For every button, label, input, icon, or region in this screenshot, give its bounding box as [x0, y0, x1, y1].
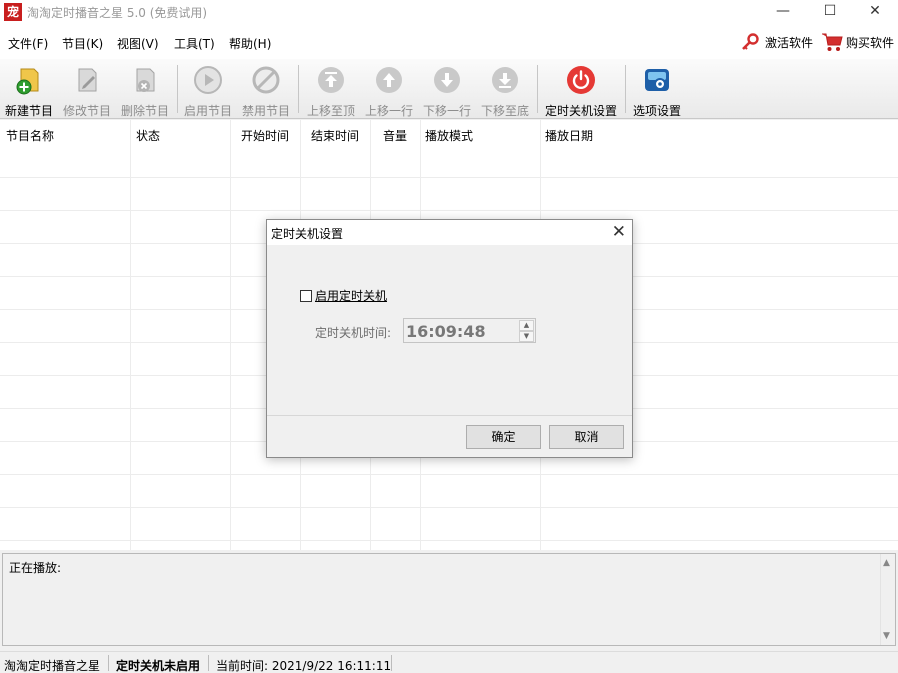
dialog-footer: 确定 取消 — [267, 417, 632, 457]
menu-program[interactable]: 节目(K) — [62, 35, 103, 52]
grid-line — [0, 507, 898, 508]
scroll-down-icon[interactable]: ▼ — [883, 631, 890, 641]
maximize-button[interactable]: ☐ — [807, 0, 853, 25]
shutdown-settings-label: 定时关机设置 — [544, 104, 617, 118]
toolbar-separator — [298, 65, 299, 113]
toolbar: 新建节目 修改节目 删除节目 启用节目 禁用节目 上移至顶 上移一行 下移一行 … — [0, 59, 898, 119]
enable-shutdown-checkbox-row[interactable]: 启用定时关机 — [300, 287, 387, 304]
move-up-button[interactable]: 上移一行 — [363, 65, 415, 118]
play-icon — [194, 66, 222, 94]
delete-program-button[interactable]: 删除节目 — [119, 65, 171, 118]
column-header-play-mode[interactable]: 播放模式 — [425, 127, 473, 144]
new-program-button[interactable]: 新建节目 — [3, 65, 55, 118]
app-icon: 宠 — [4, 3, 22, 21]
status-current-time: 当前时间: 2021/9/22 16:11:11 — [216, 659, 392, 673]
menu-help[interactable]: 帮助(H) — [229, 35, 271, 52]
menu-bar: 文件(F) 节目(K) 视图(V) 工具(T) 帮助(H) 激活软件 购买软件 — [0, 25, 898, 59]
buy-label: 购买软件 — [846, 35, 895, 50]
disable-program-button[interactable]: 禁用节目 — [240, 65, 292, 118]
activate-button[interactable]: 激活软件 — [741, 31, 813, 53]
move-up-label: 上移一行 — [364, 104, 413, 118]
shutdown-time-input[interactable]: 16:09:48 ▲ ▼ — [403, 318, 536, 343]
shutdown-settings-button[interactable]: 定时关机设置 — [542, 65, 620, 118]
spin-up-icon[interactable]: ▲ — [519, 320, 534, 331]
scroll-up-icon[interactable]: ▲ — [883, 558, 890, 568]
status-app-name: 淘淘定时播音之星 — [4, 659, 101, 673]
move-top-button[interactable]: 上移至顶 — [304, 65, 358, 118]
settings-icon — [645, 69, 669, 91]
toolbar-separator — [537, 65, 538, 113]
column-header-play-date[interactable]: 播放日期 — [545, 127, 593, 144]
move-down-label: 下移一行 — [422, 104, 471, 118]
dialog-title: 定时关机设置 — [271, 227, 344, 241]
enable-shutdown-label[interactable]: 启用定时关机 — [315, 287, 387, 304]
grid-line — [0, 540, 898, 541]
new-program-icon — [16, 68, 39, 95]
grid-line — [0, 177, 898, 178]
close-button[interactable]: ✕ — [852, 0, 898, 25]
column-header-name[interactable]: 节目名称 — [6, 127, 54, 144]
move-bottom-button[interactable]: 下移至底 — [479, 65, 531, 118]
shutdown-time-label: 定时关机时间: — [315, 326, 392, 340]
status-bar: 淘淘定时播音之星 定时关机未启用 当前时间: 2021/9/22 16:11:1… — [0, 651, 898, 673]
delete-program-icon — [136, 68, 155, 92]
menu-view[interactable]: 视图(V) — [117, 35, 159, 52]
move-up-icon — [376, 67, 402, 93]
toolbar-separator — [177, 65, 178, 113]
cart-icon — [822, 33, 843, 51]
edit-program-label: 修改节目 — [62, 104, 111, 118]
status-shutdown-state: 定时关机未启用 — [116, 659, 201, 673]
key-icon — [742, 33, 759, 50]
status-separator — [108, 655, 109, 671]
title-bar: 宠 淘淘定时播音之星 5.0 (免费试用) — ☐ ✕ — [0, 0, 898, 25]
ban-icon — [252, 66, 280, 94]
activate-label: 激活软件 — [765, 35, 814, 50]
column-header-end-time[interactable]: 结束时间 — [311, 127, 359, 144]
menu-tools[interactable]: 工具(T) — [174, 35, 215, 52]
move-down-icon — [434, 67, 460, 93]
now-playing-scrollbar[interactable]: ▲ ▼ — [880, 554, 895, 645]
column-header-volume[interactable]: 音量 — [383, 127, 407, 144]
column-header-start-time[interactable]: 开始时间 — [241, 127, 289, 144]
shutdown-dialog: 定时关机设置 ✕ 启用定时关机 定时关机时间: 16:09:48 ▲ ▼ 确定 … — [266, 219, 633, 458]
options-label: 选项设置 — [632, 104, 681, 118]
enable-program-button[interactable]: 启用节目 — [182, 65, 234, 118]
buy-button[interactable]: 购买软件 — [821, 31, 894, 53]
shutdown-time-value: 16:09:48 — [406, 322, 486, 341]
enable-program-label: 启用节目 — [183, 104, 232, 118]
grid-line — [230, 120, 231, 550]
status-separator — [391, 655, 392, 671]
edit-program-button[interactable]: 修改节目 — [61, 65, 113, 118]
enable-shutdown-checkbox[interactable] — [300, 289, 312, 302]
dialog-title-bar: 定时关机设置 ✕ — [267, 220, 632, 245]
now-playing-panel[interactable]: 正在播放: ▲ ▼ — [2, 553, 896, 646]
move-top-label: 上移至顶 — [306, 104, 355, 118]
cancel-button[interactable]: 取消 — [549, 425, 624, 449]
edit-program-icon — [78, 68, 97, 92]
move-bottom-label: 下移至底 — [480, 104, 529, 118]
delete-program-label: 删除节目 — [120, 104, 169, 118]
dialog-close-icon[interactable]: ✕ — [612, 222, 626, 242]
now-playing-label: 正在播放: — [9, 561, 62, 575]
options-button[interactable]: 选项设置 — [630, 65, 684, 118]
grid-line — [0, 474, 898, 475]
grid-line — [0, 210, 898, 211]
minimize-button[interactable]: — — [760, 0, 806, 25]
spin-down-icon[interactable]: ▼ — [519, 331, 534, 342]
power-icon — [567, 66, 595, 94]
ok-button[interactable]: 确定 — [466, 425, 541, 449]
column-header-status[interactable]: 状态 — [136, 127, 160, 144]
disable-program-label: 禁用节目 — [241, 104, 290, 118]
move-top-icon — [318, 67, 344, 93]
status-separator — [208, 655, 209, 671]
move-down-button[interactable]: 下移一行 — [421, 65, 473, 118]
menu-file[interactable]: 文件(F) — [8, 35, 48, 52]
dialog-body: 启用定时关机 定时关机时间: 16:09:48 ▲ ▼ — [267, 245, 632, 416]
toolbar-separator — [625, 65, 626, 113]
move-bottom-icon — [492, 67, 518, 93]
window-title: 淘淘定时播音之星 5.0 (免费试用) — [27, 6, 208, 20]
grid-line — [130, 120, 131, 550]
new-program-label: 新建节目 — [4, 104, 53, 118]
